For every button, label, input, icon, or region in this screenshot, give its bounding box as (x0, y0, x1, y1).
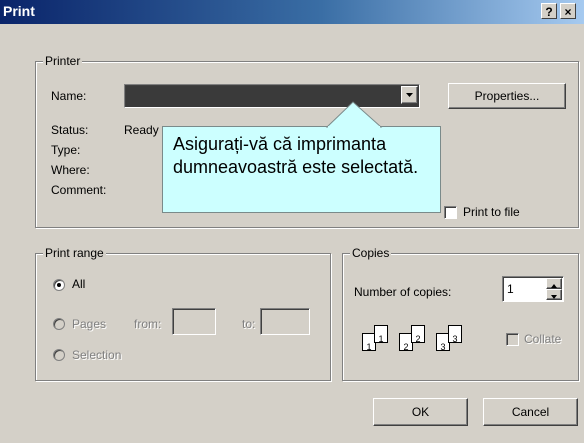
printer-group-label: Printer (43, 54, 83, 68)
ok-button[interactable]: OK (373, 398, 468, 426)
radio-all-label: All (72, 277, 86, 291)
help-button[interactable]: ? (541, 3, 557, 19)
type-label: Type: (51, 143, 81, 157)
close-button[interactable]: × (560, 3, 576, 19)
copies-input[interactable]: 1 (502, 276, 564, 302)
print-to-file-label: Print to file (463, 205, 520, 219)
callout-tooltip: Asigurați-vă că imprimanta dumneavoastră… (162, 126, 441, 213)
to-input[interactable] (260, 308, 310, 335)
where-label: Where: (51, 163, 90, 177)
radio-pages-label: Pages (72, 317, 107, 331)
status-value: Ready (124, 123, 159, 137)
callout-text: Asigurați-vă că imprimanta dumneavoastră… (173, 134, 419, 177)
window-title: Print (3, 3, 35, 19)
page-icon: 1 (374, 325, 388, 344)
radio-selected-dot (57, 283, 61, 287)
copies-down-button[interactable] (546, 289, 562, 300)
print-range-group-label: Print range (43, 246, 106, 260)
number-of-copies-label: Number of copies: (354, 285, 452, 299)
dropdown-arrow-button[interactable] (401, 86, 418, 104)
cancel-button[interactable]: Cancel (483, 398, 578, 426)
callout-pointer (325, 101, 383, 128)
copies-up-button[interactable] (546, 278, 562, 289)
title-bar: Print ? × (0, 0, 584, 24)
status-label: Status: (51, 123, 89, 137)
arrow-down-icon (551, 295, 557, 299)
from-label: from: (134, 317, 162, 331)
print-dialog: Print ? × Printer Name: Properties... St… (0, 0, 584, 443)
page-icon: 2 (411, 325, 425, 344)
to-label: to: (242, 317, 256, 331)
copies-value: 1 (507, 282, 514, 296)
collate-label: Collate (524, 332, 562, 346)
radio-all[interactable] (53, 279, 65, 291)
chevron-down-icon (406, 93, 413, 97)
copies-group-label: Copies (350, 246, 392, 260)
radio-selection-label: Selection (72, 348, 122, 362)
radio-pages[interactable] (53, 318, 65, 330)
page-icon: 3 (448, 325, 462, 344)
from-input[interactable] (172, 308, 216, 335)
properties-button[interactable]: Properties... (448, 83, 566, 109)
copies-group: Copies (342, 246, 579, 381)
collate-checkbox[interactable] (506, 333, 519, 346)
comment-label: Comment: (51, 183, 107, 197)
name-label: Name: (51, 89, 87, 103)
print-to-file-checkbox[interactable] (444, 206, 457, 219)
radio-selection[interactable] (53, 349, 65, 361)
